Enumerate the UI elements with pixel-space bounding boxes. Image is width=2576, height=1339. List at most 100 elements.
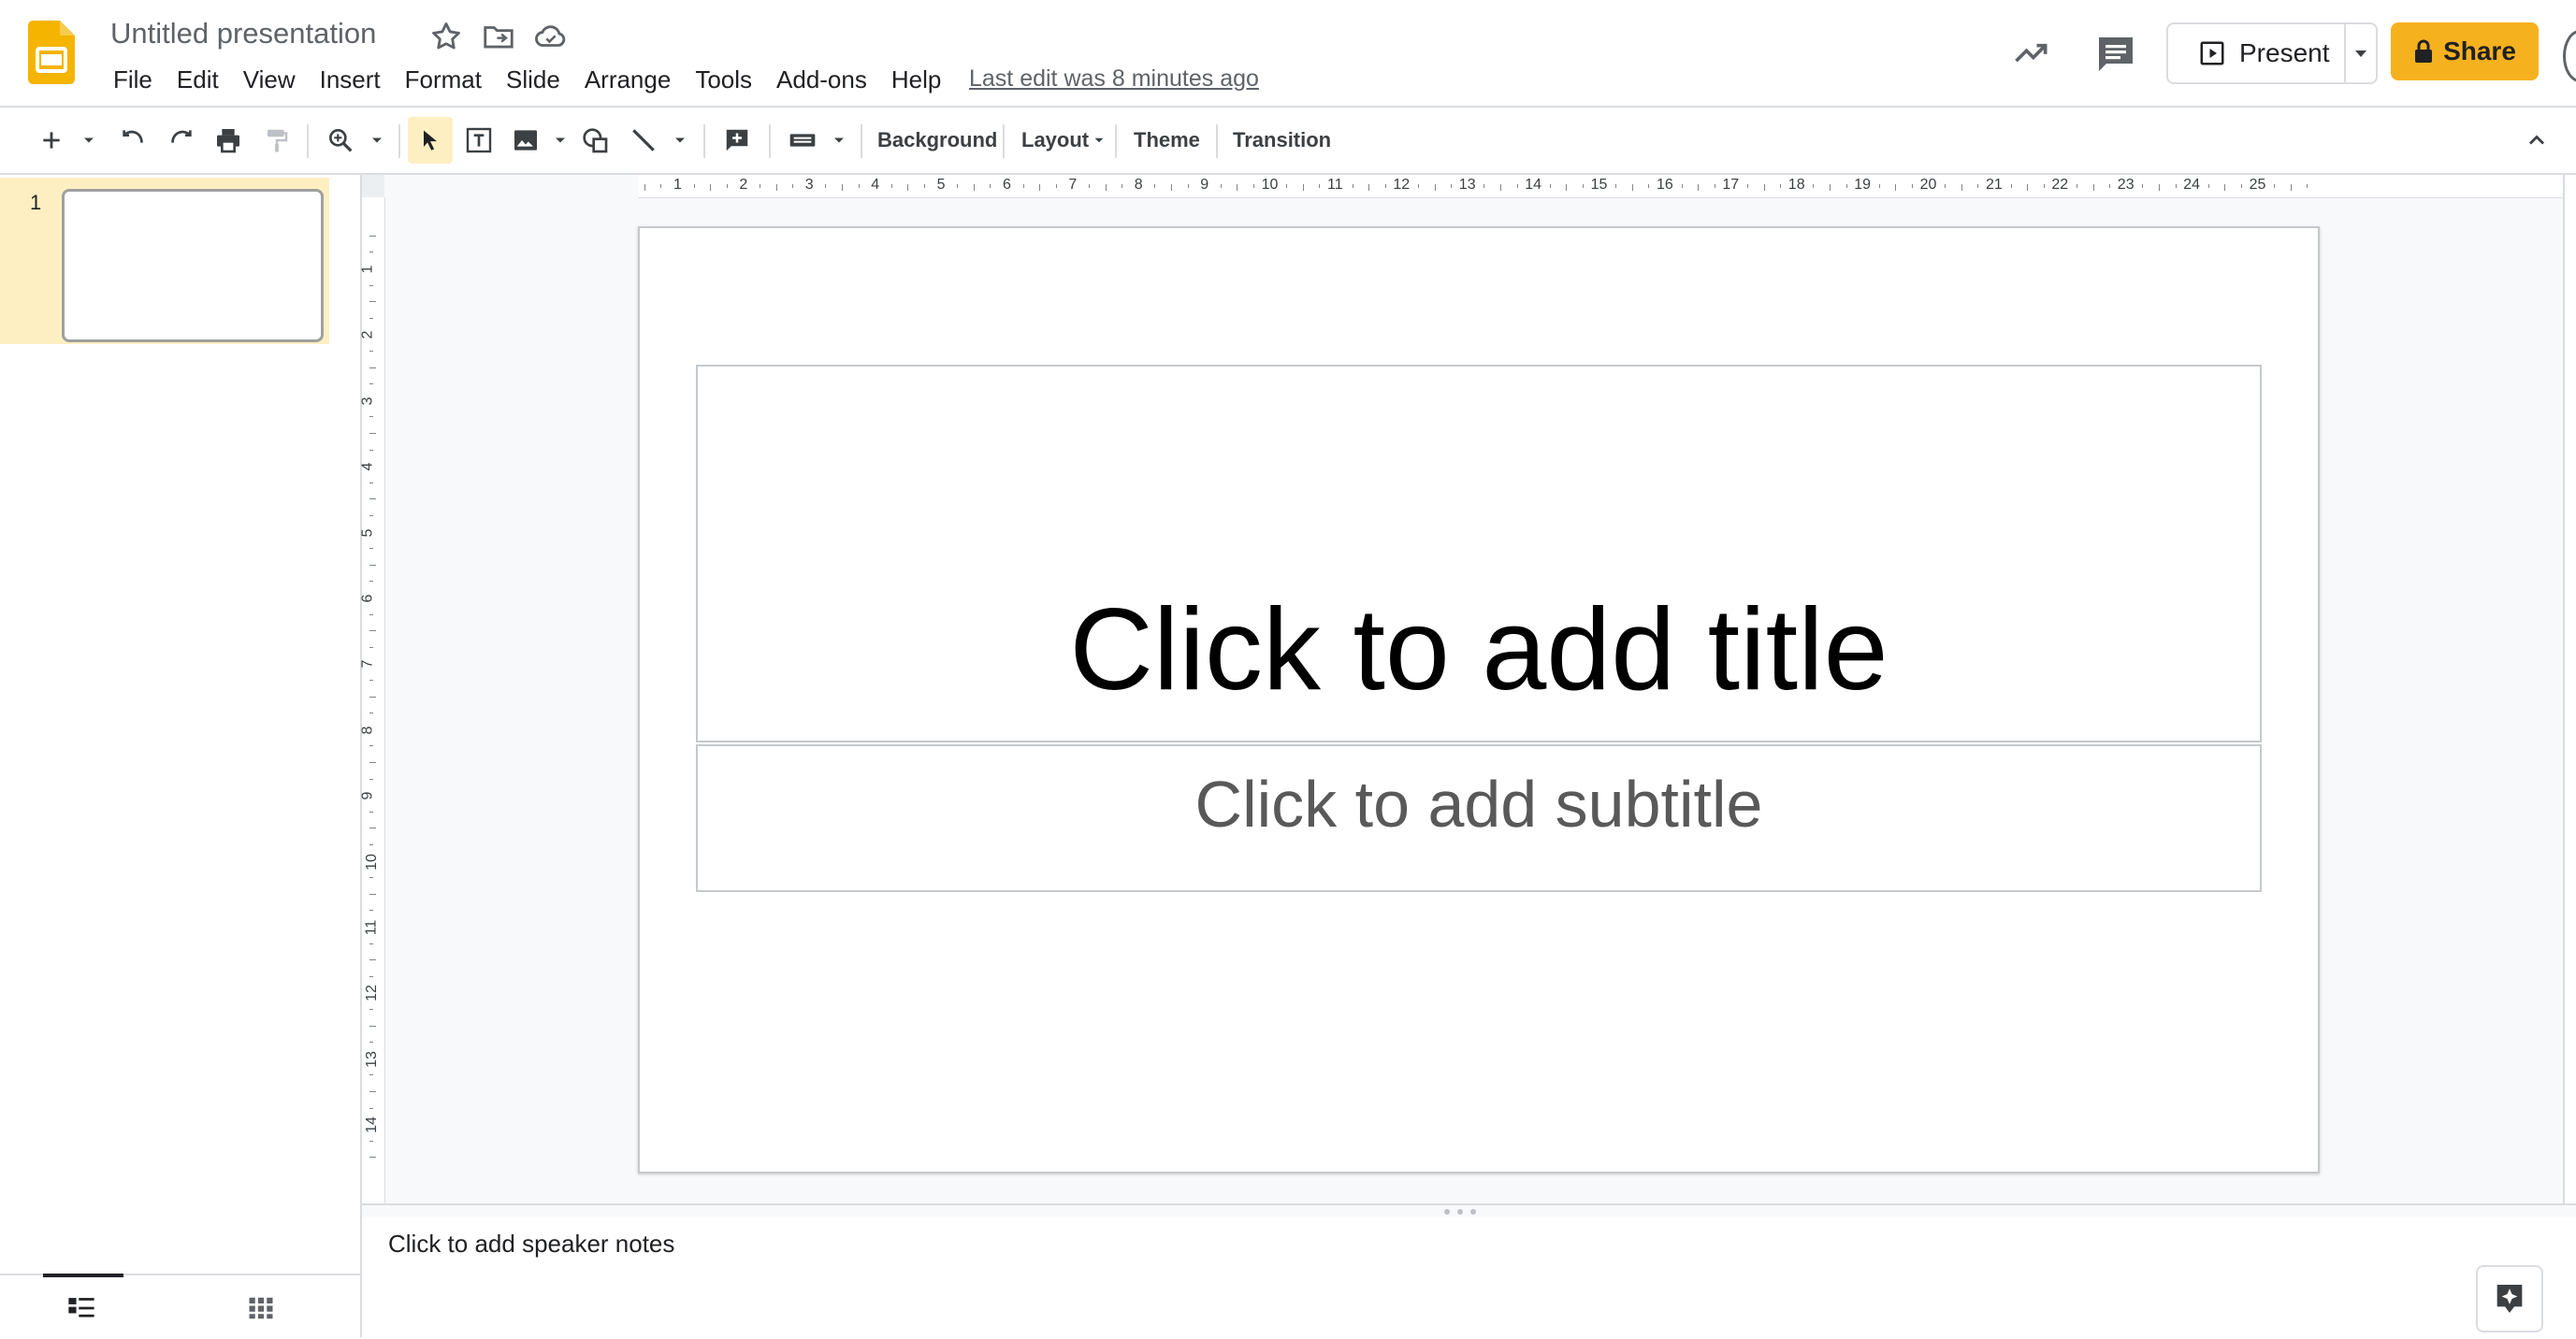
slides-logo[interactable] xyxy=(28,21,75,84)
undo-icon[interactable] xyxy=(110,117,155,164)
ruler-minor-tick xyxy=(1451,184,1453,188)
line-icon[interactable] xyxy=(621,117,666,164)
subtitle-placeholder[interactable]: Click to add subtitle xyxy=(696,744,2262,892)
active-view-indicator xyxy=(43,1274,123,1277)
zoom-icon[interactable] xyxy=(318,117,363,164)
menu-arrange[interactable]: Arrange xyxy=(572,64,684,95)
ruler-minor-tick xyxy=(369,877,373,879)
ruler-label: 24 xyxy=(2183,177,2200,193)
text-box-icon[interactable] xyxy=(456,117,501,164)
menu-format[interactable]: Format xyxy=(393,64,494,95)
ruler-minor-tick xyxy=(369,564,376,566)
ruler-label: 4 xyxy=(359,462,376,471)
title-placeholder[interactable]: Click to add title xyxy=(696,365,2262,742)
horizontal-ruler[interactable]: 1 2 3 4 5 6 7 8 9 10 11 12 13 14 15 16 17 18 19 20 21 22 23 24 2… xyxy=(638,175,2576,198)
ruler-minor-tick xyxy=(369,548,373,550)
grid-view-button[interactable] xyxy=(221,1275,301,1339)
print-icon[interactable] xyxy=(206,117,251,164)
ruler-label: 13 xyxy=(1458,177,1476,193)
menu-edit[interactable]: Edit xyxy=(165,64,231,95)
present-button-group: Present xyxy=(2166,22,2378,84)
menu-insert[interactable]: Insert xyxy=(308,64,393,95)
ruler-minor-tick xyxy=(1500,184,1501,191)
star-icon[interactable] xyxy=(428,19,464,54)
document-title[interactable]: Untitled presentation xyxy=(110,17,376,50)
ruler-minor-tick xyxy=(1583,184,1584,188)
menu-help[interactable]: Help xyxy=(879,64,953,95)
ruler-minor-tick xyxy=(369,745,373,747)
shape-icon[interactable] xyxy=(572,117,617,164)
background-button[interactable]: Background xyxy=(877,117,997,164)
slide-canvas[interactable]: Click to add title Click to add subtitle xyxy=(638,226,2320,1173)
zoom-options-icon[interactable] xyxy=(363,117,391,164)
explore-button[interactable] xyxy=(2476,1265,2543,1332)
ruler-minor-tick xyxy=(369,1074,373,1076)
ruler-minor-tick xyxy=(1895,184,1897,191)
ruler-minor-tick xyxy=(1780,184,1782,188)
ruler-minor-tick xyxy=(1516,184,1518,188)
ruler-minor-tick xyxy=(858,184,860,188)
menu-tools[interactable]: Tools xyxy=(683,64,764,95)
ruler-label: 2 xyxy=(359,330,376,339)
ruler-label: 1 xyxy=(359,265,376,274)
cloud-saved-icon[interactable] xyxy=(533,19,569,54)
ruler-minor-tick xyxy=(369,367,376,368)
ruler-minor-tick xyxy=(2092,184,2094,191)
ruler-minor-tick xyxy=(924,184,925,188)
present-button[interactable]: Present xyxy=(2168,24,2344,82)
ruler-minor-tick xyxy=(1845,184,1847,188)
select-icon[interactable] xyxy=(408,117,453,164)
ruler-minor-tick xyxy=(1912,184,1913,188)
menu-add-ons[interactable]: Add-ons xyxy=(764,64,879,95)
menu-view[interactable]: View xyxy=(231,64,308,95)
menu-slide[interactable]: Slide xyxy=(494,64,572,95)
present-options-button[interactable] xyxy=(2346,24,2376,82)
layout-button[interactable]: Layout xyxy=(1021,117,1107,164)
avatar[interactable] xyxy=(2563,30,2576,82)
paint-format-icon[interactable] xyxy=(254,117,299,164)
redo-icon[interactable] xyxy=(159,117,204,164)
ruler-minor-tick xyxy=(1220,184,1222,188)
new-slide-options-icon[interactable] xyxy=(75,117,103,164)
speaker-notes-placeholder[interactable]: Click to add speaker notes xyxy=(388,1230,674,1259)
ruler-minor-tick xyxy=(369,975,373,977)
layout-dropdown-icon xyxy=(1091,132,1107,149)
image-options-icon[interactable] xyxy=(546,117,574,164)
slide-thumbnail[interactable] xyxy=(62,189,324,342)
ruler-label: 9 xyxy=(1200,177,1209,193)
toolbar-divider xyxy=(861,124,862,158)
ruler-minor-tick xyxy=(1763,184,1765,191)
toolbar-divider xyxy=(1216,124,1218,158)
move-to-folder-icon[interactable] xyxy=(481,19,516,54)
comments-icon[interactable] xyxy=(2093,32,2138,77)
ruler-minor-tick xyxy=(775,184,777,191)
line-options-icon[interactable] xyxy=(666,117,694,164)
ruler-label: 22 xyxy=(2051,177,2069,193)
speaker-notes-panel[interactable]: Click to add speaker notes xyxy=(362,1217,2576,1337)
collapse-icon[interactable] xyxy=(2514,117,2559,164)
list-view-button[interactable] xyxy=(43,1274,123,1339)
menu-file[interactable]: File xyxy=(101,64,165,95)
input-tools-options-icon[interactable] xyxy=(825,117,853,164)
vertical-ruler-ticks: 1 2 3 4 5 6 7 8 9 10 11 12 13 14 xyxy=(359,226,384,1170)
last-edit-link[interactable]: Last edit was 8 minutes ago xyxy=(969,65,1259,93)
new-slide-icon[interactable] xyxy=(28,117,75,164)
vertical-ruler[interactable]: 1 2 3 4 5 6 7 8 9 10 11 12 13 14 xyxy=(359,197,385,1203)
ruler-minor-tick xyxy=(369,680,373,681)
image-icon[interactable] xyxy=(503,117,548,164)
keyboard-icon[interactable] xyxy=(780,117,825,164)
ruler-minor-tick xyxy=(369,317,373,319)
ruler-minor-tick xyxy=(1039,184,1041,191)
transition-button[interactable]: Transition xyxy=(1233,117,1331,164)
ruler-minor-tick xyxy=(1105,184,1107,191)
theme-button[interactable]: Theme xyxy=(1134,117,1200,164)
ruler-minor-tick xyxy=(369,1025,376,1027)
ruler-minor-tick xyxy=(2043,184,2045,188)
explore-icon xyxy=(2491,1280,2528,1317)
ruler-minor-tick xyxy=(1171,184,1172,191)
ruler-minor-tick xyxy=(1418,184,1419,188)
activity-icon[interactable] xyxy=(2011,32,2052,73)
share-button[interactable]: Share xyxy=(2391,22,2539,80)
slide-thumbnail-row[interactable]: 1 xyxy=(0,178,329,344)
comment-add-icon[interactable] xyxy=(715,117,760,164)
